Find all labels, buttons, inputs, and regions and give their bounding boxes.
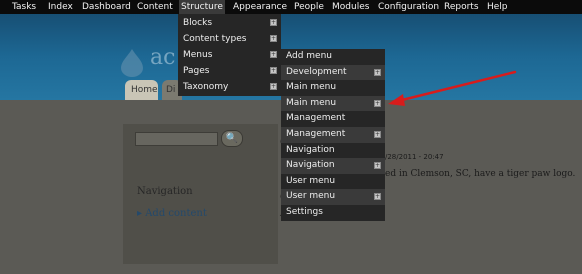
expand-icon: +: [374, 68, 381, 76]
expand-icon: +: [270, 51, 277, 58]
submenu-item-user-menu[interactable]: User menu: [281, 174, 385, 190]
drupal-logo-icon[interactable]: [120, 48, 144, 78]
expand-icon: +: [270, 35, 277, 42]
toolbar-item-reports[interactable]: Reports: [444, 0, 479, 14]
submenu-item-main-menu[interactable]: Main menu: [281, 80, 385, 96]
submenu-item-management-expandable[interactable]: Management +: [281, 127, 385, 143]
expand-icon: +: [374, 131, 381, 138]
toolbar-item-dashboard[interactable]: Dashboard: [82, 0, 131, 14]
toolbar-item-modules[interactable]: Modules: [332, 0, 369, 14]
expand-icon: +: [374, 99, 381, 107]
structure-dropdown-menu: Blocks + Content types + Menus + Pages +…: [178, 14, 281, 96]
submenu-item-add-menu[interactable]: Add menu: [281, 49, 385, 65]
expand-icon: +: [270, 83, 277, 90]
expand-icon: +: [374, 193, 381, 201]
toolbar-item-appearance[interactable]: Appearance: [233, 0, 287, 14]
menus-submenu: Add menu Development + Main menu Main me…: [281, 49, 385, 221]
search-button[interactable]: 🔍: [221, 130, 243, 147]
expand-icon: +: [270, 67, 277, 74]
toolbar-item-configuration[interactable]: Configuration: [378, 0, 439, 14]
submenu-item-main-menu-expandable[interactable]: Main menu +: [281, 95, 385, 112]
search-icon: 🔍: [225, 133, 239, 144]
tab-home[interactable]: Home: [125, 80, 158, 100]
menu-item-pages[interactable]: Pages +: [178, 63, 281, 79]
expand-icon: +: [270, 19, 277, 26]
toolbar-item-tasks[interactable]: Tasks: [12, 0, 36, 14]
toolbar-item-content[interactable]: Content: [137, 0, 173, 14]
post-date: /28/2011 - 20:47: [385, 153, 444, 161]
menu-item-taxonomy[interactable]: Taxonomy +: [178, 79, 281, 95]
expand-icon: +: [374, 162, 381, 170]
submenu-item-management[interactable]: Management: [281, 111, 385, 127]
toolbar-item-people[interactable]: People: [294, 0, 324, 14]
menu-item-content-types[interactable]: Content types +: [178, 31, 281, 47]
sidebar-navigation-heading: Navigation: [137, 186, 193, 197]
toolbar-item-structure[interactable]: Structure: [179, 0, 225, 14]
submenu-item-user-menu-expandable[interactable]: User menu +: [281, 189, 385, 205]
submenu-item-navigation-expandable[interactable]: Navigation +: [281, 158, 385, 174]
submenu-item-navigation[interactable]: Navigation: [281, 143, 385, 159]
site-name[interactable]: ac: [150, 45, 175, 70]
sidebar-link-add-content[interactable]: ▸ Add content: [137, 208, 207, 219]
toolbar-item-help[interactable]: Help: [487, 0, 508, 14]
menu-item-menus[interactable]: Menus +: [178, 47, 281, 63]
submenu-item-development[interactable]: Development +: [281, 64, 385, 81]
search-input[interactable]: [135, 132, 218, 146]
menu-item-blocks[interactable]: Blocks +: [178, 15, 281, 31]
submenu-item-settings[interactable]: Settings: [281, 205, 385, 221]
admin-toolbar: Tasks Index Dashboard Content Structure …: [0, 0, 582, 14]
post-text: ed in Clemson, SC, have a tiger paw logo…: [385, 169, 576, 179]
toolbar-item-index[interactable]: Index: [48, 0, 73, 14]
